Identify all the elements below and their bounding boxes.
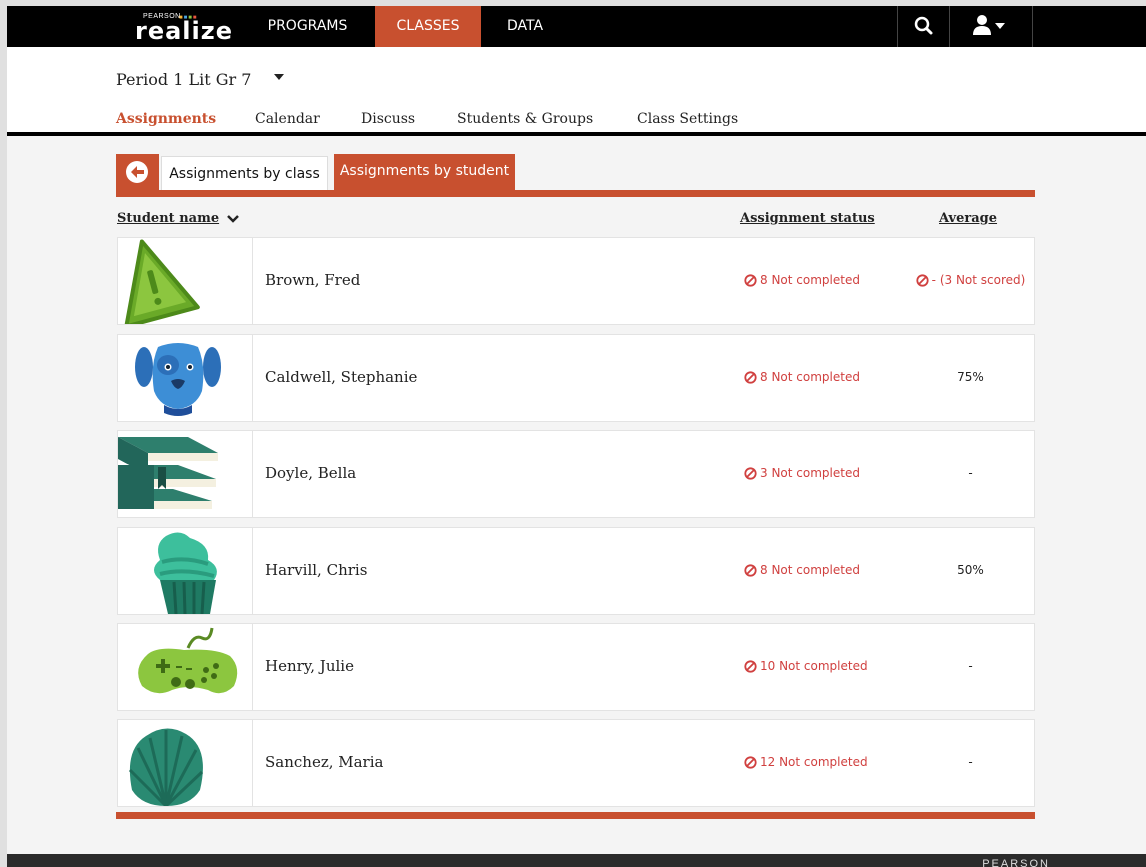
chevron-down-icon[interactable] <box>273 72 285 82</box>
table-row[interactable]: Doyle, Bella 3 Not completed - <box>117 430 1035 518</box>
back-arrow-icon <box>126 161 148 183</box>
not-completed-icon <box>744 660 757 673</box>
average-value: - <box>968 659 973 673</box>
class-header: Period 1 Lit Gr 7 Assignments Calendar D… <box>7 47 1146 135</box>
top-nav: PEARSON ■■■■ realize PROGRAMS CLASSES DA… <box>7 6 1146 47</box>
not-completed-icon <box>744 371 757 384</box>
table-row[interactable]: Brown, Fred 8 Not completed - (3 Not sco… <box>117 237 1035 325</box>
student-name[interactable]: Caldwell, Stephanie <box>265 368 417 386</box>
game-controller-icon <box>138 627 238 694</box>
cupcake-icon <box>154 532 217 614</box>
status-text: 8 Not completed <box>760 273 860 287</box>
average-value: 50% <box>957 563 984 577</box>
table-row[interactable]: Sanchez, Maria 12 Not completed - <box>117 719 1035 807</box>
nav-classes[interactable]: CLASSES <box>375 6 481 47</box>
avatar <box>118 720 253 806</box>
tab-discuss[interactable]: Discuss <box>361 111 415 127</box>
table-row[interactable]: Caldwell, Stephanie 8 Not completed 75% <box>117 334 1035 422</box>
assignment-status[interactable]: 8 Not completed <box>744 563 860 577</box>
assignment-status[interactable]: 3 Not completed <box>744 466 860 480</box>
student-name[interactable]: Sanchez, Maria <box>265 753 383 771</box>
avatar <box>118 431 253 517</box>
search-button[interactable] <box>898 6 949 47</box>
not-completed-icon <box>744 467 757 480</box>
assignment-status-sort-header[interactable]: Assignment status <box>740 211 875 226</box>
assignment-status[interactable]: 8 Not completed <box>744 370 860 384</box>
books-icon <box>118 437 218 509</box>
assignment-status[interactable]: 12 Not completed <box>744 755 868 769</box>
not-scored-icon <box>916 274 929 287</box>
student-name[interactable]: Harvill, Chris <box>265 561 367 579</box>
warning-triangle-icon <box>124 239 200 324</box>
not-completed-icon <box>744 564 757 577</box>
status-text: 3 Not completed <box>760 466 860 480</box>
not-completed-icon <box>744 756 757 769</box>
dog-icon <box>135 343 221 416</box>
not-completed-icon <box>744 274 757 287</box>
table-row[interactable]: Harvill, Chris 8 Not completed 50% <box>117 527 1035 615</box>
average-sort-header[interactable]: Average <box>939 211 997 226</box>
average-text: - (3 Not scored) <box>931 273 1026 287</box>
view-tabs-rule <box>116 190 1035 197</box>
status-text: 8 Not completed <box>760 370 860 384</box>
avatar <box>118 528 253 614</box>
view-tabs: Assignments by class Assignments by stud… <box>116 154 1035 197</box>
class-selector[interactable]: Period 1 Lit Gr 7 <box>116 70 251 89</box>
table-row[interactable]: Henry, Julie 10 Not completed - <box>117 623 1035 711</box>
assignment-status[interactable]: 10 Not completed <box>744 659 868 673</box>
footer: PEARSON <box>7 854 1146 867</box>
user-icon <box>973 15 1005 35</box>
chevron-down-icon[interactable] <box>227 211 239 225</box>
nav-divider <box>1032 6 1033 47</box>
tab-calendar[interactable]: Calendar <box>255 111 320 127</box>
footer-brand: PEARSON <box>982 858 1050 867</box>
status-text: 8 Not completed <box>760 563 860 577</box>
avatar <box>118 624 253 710</box>
student-name[interactable]: Doyle, Bella <box>265 464 356 482</box>
tab-assignments[interactable]: Assignments <box>116 111 217 135</box>
tab-students-groups[interactable]: Students & Groups <box>457 111 593 127</box>
average-value: 75% <box>957 370 984 384</box>
student-name-sort-header[interactable]: Student name <box>117 211 219 226</box>
user-menu-button[interactable] <box>950 6 1032 47</box>
average-value: - <box>968 466 973 480</box>
tab-assignments-by-student[interactable]: Assignments by student <box>334 154 515 190</box>
back-button[interactable] <box>116 154 159 190</box>
average-value: - <box>968 755 973 769</box>
tab-assignments-by-class[interactable]: Assignments by class <box>161 156 328 190</box>
logo-wordmark: realize <box>135 17 234 45</box>
student-name[interactable]: Brown, Fred <box>265 271 360 289</box>
seashell-icon <box>128 728 204 806</box>
tab-class-settings[interactable]: Class Settings <box>637 111 738 127</box>
student-name[interactable]: Henry, Julie <box>265 657 354 675</box>
header-divider <box>7 132 1146 136</box>
nav-data[interactable]: DATA <box>489 6 561 47</box>
avatar <box>118 335 253 421</box>
list-bottom-rule <box>116 812 1035 819</box>
assignment-status[interactable]: 8 Not completed <box>744 273 860 287</box>
nav-programs[interactable]: PROGRAMS <box>252 6 363 47</box>
avatar <box>118 238 253 324</box>
average-value: - (3 Not scored) <box>905 273 1036 287</box>
status-text: 12 Not completed <box>760 755 868 769</box>
search-icon <box>914 16 933 35</box>
app-frame: PEARSON ■■■■ realize PROGRAMS CLASSES DA… <box>7 6 1146 867</box>
status-text: 10 Not completed <box>760 659 868 673</box>
